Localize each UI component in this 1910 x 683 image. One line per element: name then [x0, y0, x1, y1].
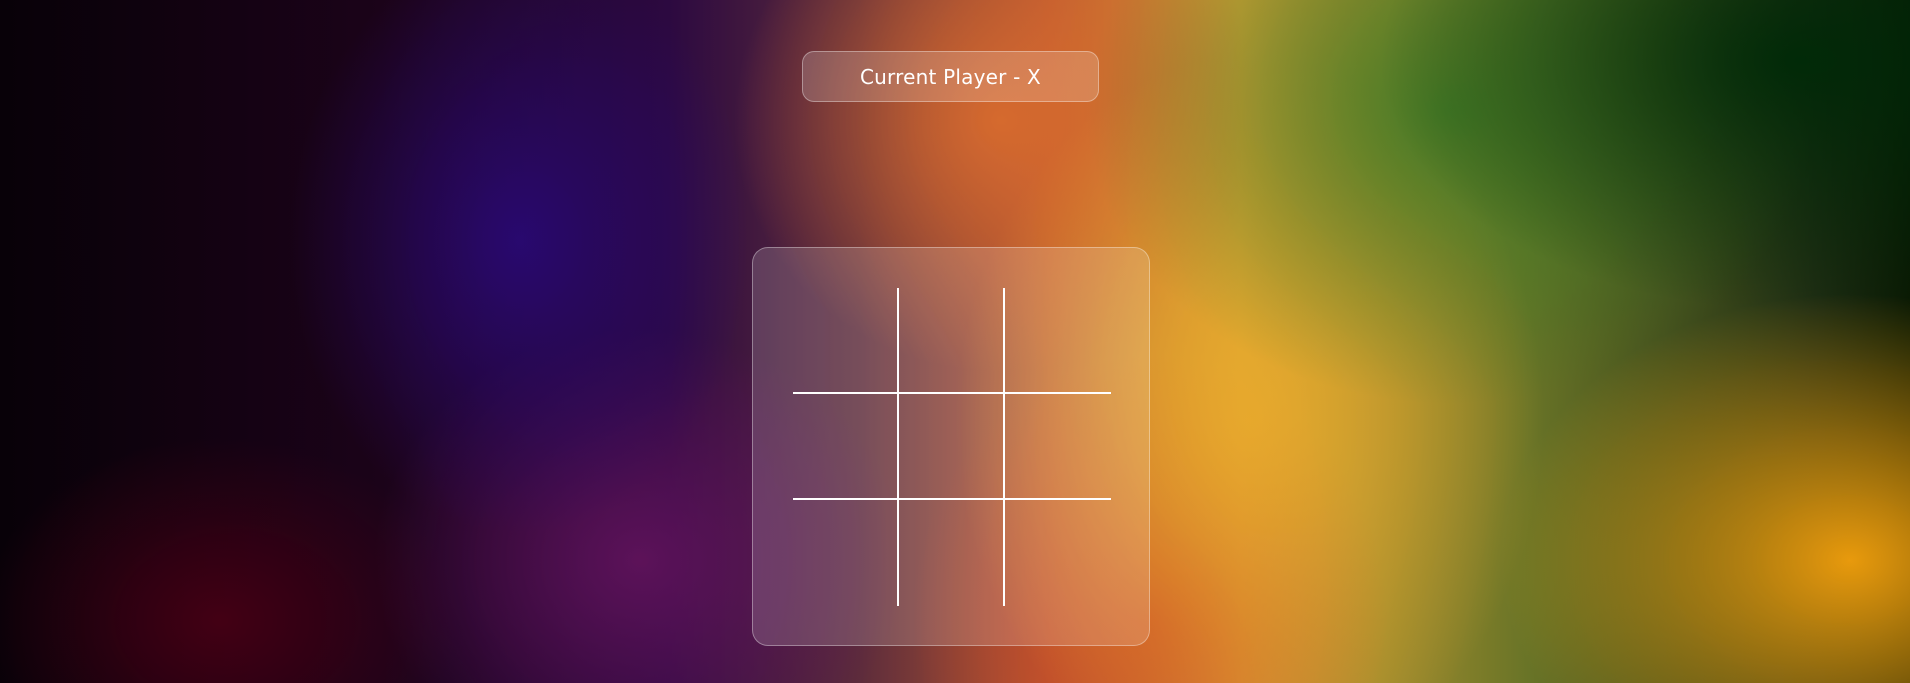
board-cell-2[interactable]: [1005, 288, 1111, 394]
current-player-label: Current Player - X: [860, 64, 1041, 89]
board-cell-3[interactable]: [793, 394, 899, 500]
board-cell-8[interactable]: [1005, 500, 1111, 606]
board-cell-0[interactable]: [793, 288, 899, 394]
board-cell-7[interactable]: [899, 500, 1005, 606]
board-cell-4[interactable]: [899, 394, 1005, 500]
board-cell-1[interactable]: [899, 288, 1005, 394]
tic-tac-toe-grid: [793, 288, 1111, 606]
game-board-panel: [752, 247, 1150, 646]
board-cell-6[interactable]: [793, 500, 899, 606]
board-cell-5[interactable]: [1005, 394, 1111, 500]
current-player-indicator: Current Player - X: [802, 51, 1099, 102]
